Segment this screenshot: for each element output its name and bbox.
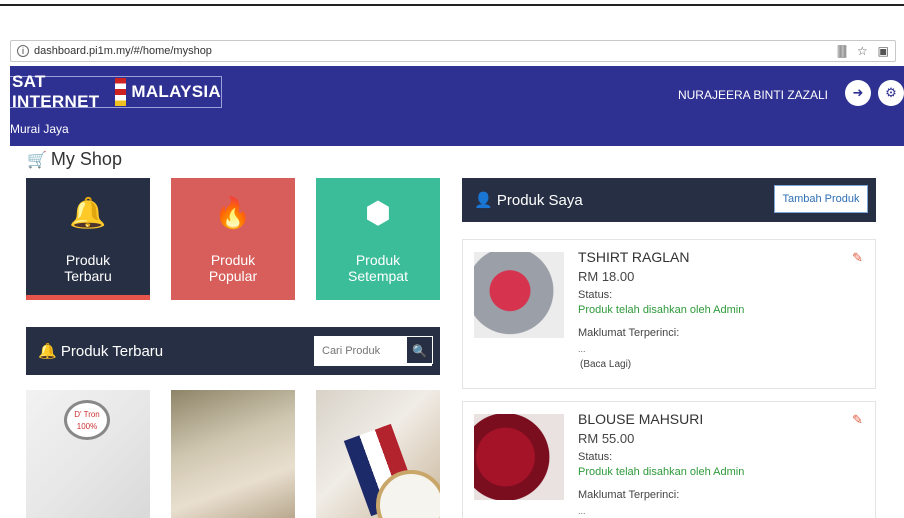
product-card[interactable]: BLOUSE MAHSURI RM 55.00 Status: Produk t… <box>462 401 876 518</box>
pencil-icon[interactable]: ✎ <box>852 250 863 266</box>
user-name[interactable]: NURAJEERA BINTI ZAZALI <box>678 88 828 102</box>
status-value: Produk telah disahkan oleh Admin <box>578 466 745 478</box>
latest-products-title: 🔔 Produk Terbaru <box>38 343 164 360</box>
bell-icon: 🔔 <box>69 197 107 230</box>
status-value: Produk telah disahkan oleh Admin <box>578 304 745 316</box>
tile-label: Produk Popular <box>208 252 258 284</box>
logout-icon[interactable]: ➜ <box>845 80 871 106</box>
star-icon[interactable]: ☆ <box>857 44 868 59</box>
product-name[interactable]: BLOUSE MAHSURI <box>578 411 703 427</box>
my-products-bar: 👤 Produk Saya Tambah Produk <box>462 178 876 222</box>
add-product-button[interactable]: Tambah Produk <box>774 185 868 213</box>
product-price: RM 18.00 <box>578 269 635 284</box>
cubes-icon: ⬢ <box>364 197 392 230</box>
details-label: Maklumat Terperinci: <box>578 489 680 501</box>
tile-produk-setempat[interactable]: ⬢ Produk Setempat <box>316 178 440 300</box>
gear-icon[interactable]: ⚙ <box>878 80 904 106</box>
details-text: ... <box>578 344 586 354</box>
product-card[interactable]: TSHIRT RAGLAN RM 18.00 Status: Produk te… <box>462 239 876 389</box>
brand-logo[interactable]: SAT INTERNET MALAYSIA <box>10 72 222 111</box>
product-thumbnail[interactable]: D' Tron 100% <box>26 390 150 518</box>
app-header: SAT INTERNET MALAYSIA Murai Jaya NURAJEE… <box>10 66 904 146</box>
certificate-seal-image: D' Tron 100% <box>64 400 110 440</box>
page-icon[interactable]: ▣ <box>878 44 889 59</box>
flag-icon <box>115 78 127 106</box>
page-title: 🛒 My Shop <box>27 149 122 170</box>
url-text[interactable]: dashboard.pi1m.my/#/home/myshop <box>34 45 212 57</box>
product-image[interactable] <box>474 252 564 338</box>
search-icon[interactable]: 🔍 <box>406 336 433 364</box>
details-label: Maklumat Terperinci: <box>578 327 680 339</box>
tile-label: Produk Setempat <box>348 252 408 284</box>
product-thumbnail[interactable] <box>171 390 295 518</box>
product-thumbnail[interactable] <box>316 390 440 518</box>
pencil-icon[interactable]: ✎ <box>852 412 863 428</box>
logo-text-right: MALAYSIA <box>131 82 221 101</box>
person-icon: 👤 <box>474 192 493 209</box>
product-name[interactable]: TSHIRT RAGLAN <box>578 249 690 265</box>
tile-produk-terbaru[interactable]: 🔔 Produk Terbaru <box>26 178 150 300</box>
bell-icon: 🔔 <box>38 343 57 360</box>
latest-products-bar: 🔔 Produk Terbaru 🔍 <box>26 327 440 375</box>
product-image[interactable] <box>474 414 564 500</box>
extension-icon[interactable]: 🀫 <box>837 44 847 59</box>
address-bar[interactable]: i dashboard.pi1m.my/#/home/myshop 🀫 ☆ ▣ <box>10 40 896 62</box>
tile-produk-popular[interactable]: 🔥 Produk Popular <box>171 178 295 300</box>
status-label: Status: <box>578 451 613 463</box>
read-more-link[interactable]: (Baca Lagi) <box>580 359 631 370</box>
details-text: ... <box>578 506 586 516</box>
my-products-title: 👤 Produk Saya <box>474 192 583 209</box>
page-title-text: My Shop <box>50 149 122 169</box>
location-name: Murai Jaya <box>10 122 69 136</box>
window-top-edge <box>0 0 904 6</box>
tile-label: Produk Terbaru <box>64 252 112 284</box>
cart-icon: 🛒 <box>27 151 47 169</box>
fire-icon: 🔥 <box>214 197 252 230</box>
address-bar-actions: 🀫 ☆ ▣ <box>837 44 889 59</box>
logo-text-left: SAT INTERNET <box>12 72 100 111</box>
status-label: Status: <box>578 289 613 301</box>
info-icon[interactable]: i <box>17 45 29 57</box>
product-price: RM 55.00 <box>578 431 635 446</box>
